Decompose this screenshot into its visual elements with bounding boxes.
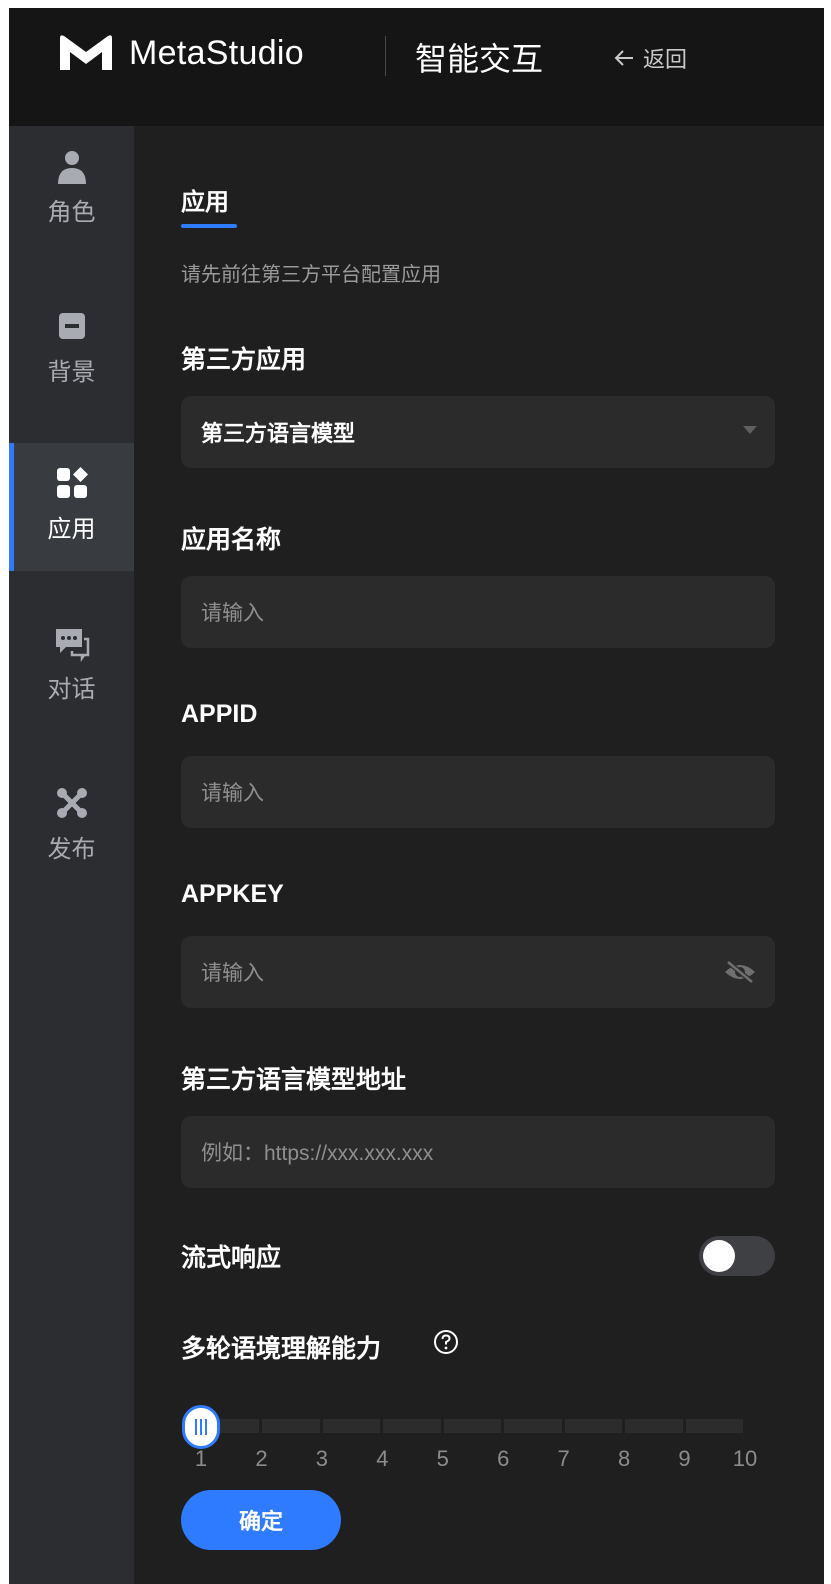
third-party-app-label: 第三方应用 [181, 346, 307, 374]
sidebar-item-label: 发布 [47, 836, 96, 863]
slider-tick-label: 2 [255, 1446, 268, 1471]
module-title: 智能交互 [415, 41, 544, 77]
tab-apps[interactable]: 应用 [181, 182, 229, 217]
sidebar-item-apps[interactable]: 应用 [9, 443, 134, 571]
slider-tick-label: 1 [194, 1446, 208, 1471]
slider-track-segment [504, 1419, 562, 1433]
back-link[interactable]: 返回 [613, 42, 687, 74]
sidebar-item-label: 对话 [47, 676, 96, 703]
third-party-app-select[interactable]: 第三方语言模型 [181, 396, 775, 468]
config-hint: 请先前往第三方平台配置应用 [181, 264, 441, 286]
sidebar-item-background[interactable]: 背景 [9, 286, 134, 414]
help-icon[interactable] [433, 1329, 459, 1355]
slider-track-segment [443, 1419, 502, 1433]
slider-tick-label: 6 [497, 1446, 510, 1471]
appid-placeholder: 请输入 [201, 782, 264, 805]
caret-down-icon [743, 426, 757, 434]
header-divider [385, 36, 386, 76]
llm-url-placeholder: 例如：https://xxx.xxx.xxx [201, 1142, 434, 1165]
chat-icon [55, 629, 89, 663]
app-name-input[interactable]: 请输入 [181, 576, 775, 648]
confirm-button[interactable]: 确定 [181, 1490, 341, 1550]
appkey-placeholder: 请输入 [201, 962, 264, 985]
arrow-left-icon [614, 50, 633, 66]
slider-tick-label: 9 [678, 1446, 691, 1471]
streaming-toggle[interactable] [699, 1236, 775, 1276]
top-header: MetaStudio 智能交互 返回 [9, 8, 824, 126]
sidebar-item-publish[interactable]: 发布 [9, 763, 134, 891]
sidebar-item-dialog[interactable]: 对话 [9, 603, 134, 731]
sidebar-item-label: 角色 [47, 199, 96, 226]
slider-track-segment [625, 1419, 683, 1433]
sidebar: 角色 背景 应用 对话 发布 [9, 126, 134, 1584]
publish-icon [56, 788, 87, 818]
appkey-input[interactable]: 请输入 [181, 936, 775, 1008]
llm-url-label: 第三方语言模型地址 [181, 1066, 407, 1094]
slider-thumb[interactable] [182, 1405, 220, 1449]
app-name-placeholder: 请输入 [201, 602, 264, 625]
person-icon [57, 151, 86, 184]
slider-track-segment [685, 1419, 743, 1433]
slider-track-segment [322, 1419, 381, 1433]
multi-turn-label: 多轮语境理解能力 [181, 1335, 382, 1363]
sidebar-item-label: 应用 [47, 516, 96, 543]
slider-tick-label: 8 [617, 1446, 631, 1471]
back-label: 返回 [643, 47, 688, 72]
sidebar-item-label: 背景 [47, 359, 96, 386]
slider-tick-label: 4 [376, 1446, 389, 1471]
background-icon [58, 313, 85, 339]
metastudio-logo-icon [60, 35, 112, 70]
slider-track-segment [383, 1419, 441, 1433]
slider-tick-label: 7 [557, 1446, 570, 1471]
brand-name: MetaStudio [129, 34, 304, 72]
slider-ticks: 1 2 3 4 5 6 7 8 9 10 [181, 1446, 775, 1476]
appid-input[interactable]: 请输入 [181, 756, 775, 828]
active-tab-indicator [181, 224, 237, 228]
llm-url-input[interactable]: 例如：https://xxx.xxx.xxx [181, 1116, 775, 1188]
appkey-label: APPKEY [181, 880, 284, 908]
slider-tick-label: 3 [315, 1446, 328, 1471]
eye-off-icon[interactable] [723, 960, 757, 984]
slider-tick-label: 5 [436, 1446, 449, 1471]
apps-icon [56, 467, 88, 498]
third-party-app-selected: 第三方语言模型 [201, 421, 356, 446]
streaming-label: 流式响应 [181, 1244, 282, 1272]
slider-track-segment [564, 1419, 623, 1433]
app-name-label: 应用名称 [181, 526, 282, 554]
slider-track-segment [262, 1419, 320, 1433]
sidebar-item-role[interactable]: 角色 [9, 126, 134, 254]
toggle-knob [703, 1240, 735, 1272]
app-frame: MetaStudio 智能交互 返回 角色 背景 应用 对话 发布 应用 请先前… [9, 8, 824, 1584]
slider-tick-label: 10 [732, 1446, 758, 1471]
appid-label: APPID [181, 700, 258, 728]
